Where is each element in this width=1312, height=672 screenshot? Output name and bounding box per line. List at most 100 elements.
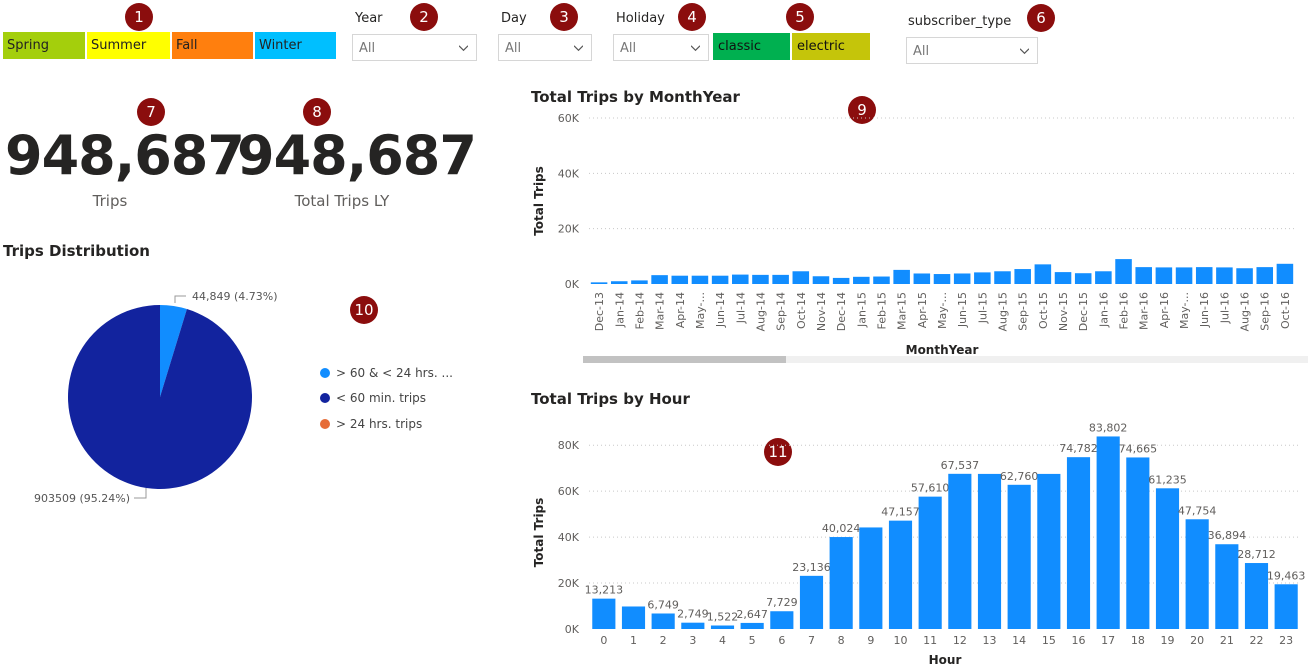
day-dropdown[interactable]: All bbox=[498, 34, 592, 61]
bar[interactable] bbox=[710, 625, 735, 629]
bar[interactable] bbox=[592, 598, 616, 629]
bar[interactable] bbox=[1155, 488, 1180, 629]
subscriber-type-dropdown[interactable]: All bbox=[906, 37, 1038, 64]
bar[interactable] bbox=[1095, 271, 1112, 284]
bar[interactable] bbox=[770, 611, 794, 629]
bar[interactable] bbox=[1014, 269, 1031, 284]
x-tick-label: 3 bbox=[689, 634, 696, 647]
bar[interactable] bbox=[1096, 436, 1120, 629]
bar[interactable] bbox=[829, 537, 853, 629]
bar[interactable] bbox=[621, 606, 646, 629]
bar[interactable] bbox=[752, 274, 769, 284]
bar[interactable] bbox=[1256, 267, 1274, 284]
bar[interactable] bbox=[681, 622, 705, 629]
bar[interactable] bbox=[792, 271, 810, 284]
bar[interactable] bbox=[799, 575, 824, 629]
legend-label: > 60 & < 24 hrs. ... bbox=[336, 366, 453, 380]
bar[interactable] bbox=[1054, 272, 1072, 284]
data-label: 62,760 bbox=[1000, 470, 1039, 483]
bar[interactable] bbox=[893, 269, 910, 284]
bar[interactable] bbox=[1274, 584, 1298, 629]
legend-item-over-60[interactable]: > 60 & < 24 hrs. ... bbox=[320, 366, 453, 380]
data-label: 57,610 bbox=[911, 482, 950, 495]
season-winter-button[interactable]: Winter bbox=[255, 32, 336, 59]
bar[interactable] bbox=[732, 274, 749, 284]
bar[interactable] bbox=[651, 613, 675, 629]
bar[interactable] bbox=[1007, 484, 1031, 629]
bar[interactable] bbox=[913, 273, 931, 284]
bar[interactable] bbox=[631, 280, 648, 284]
bar[interactable] bbox=[977, 473, 1002, 629]
holiday-dropdown[interactable]: All bbox=[613, 34, 709, 61]
bar[interactable] bbox=[859, 527, 883, 629]
bar[interactable] bbox=[1126, 457, 1150, 629]
trips-distribution-pie[interactable]: 44,849 (4.73%) 903509 (95.24%) bbox=[0, 270, 320, 510]
bar[interactable] bbox=[1175, 267, 1193, 284]
bar[interactable] bbox=[1034, 264, 1052, 284]
x-tick-label: 7 bbox=[808, 634, 815, 647]
bar[interactable] bbox=[1276, 263, 1294, 284]
pie-leader-line bbox=[134, 488, 147, 499]
bar[interactable] bbox=[772, 274, 789, 284]
bar[interactable] bbox=[1066, 457, 1091, 629]
bar[interactable] bbox=[974, 272, 991, 284]
bike-electric-button[interactable]: electric bbox=[792, 33, 870, 60]
legend-item-over-24[interactable]: > 24 hrs. trips bbox=[320, 417, 422, 431]
bar[interactable] bbox=[832, 277, 850, 284]
monthyear-bar-chart[interactable]: 0K 20K 40K 60K Total Trips Dec-13 Jan-14 Feb-14… bbox=[525, 108, 1312, 370]
x-tick-label: Nov-15 bbox=[1057, 292, 1070, 331]
bar[interactable] bbox=[933, 274, 951, 284]
x-tick-label: Dec-13 bbox=[593, 292, 606, 331]
x-tick-label: Jun-16 bbox=[1198, 292, 1211, 328]
bar[interactable] bbox=[1185, 519, 1209, 629]
bar[interactable] bbox=[590, 282, 608, 284]
pie-slice[interactable] bbox=[68, 305, 252, 489]
data-label: 28,712 bbox=[1237, 548, 1276, 561]
legend-item-under-60[interactable]: < 60 min. trips bbox=[320, 391, 426, 405]
badge-5: 5 bbox=[786, 3, 814, 31]
bar[interactable] bbox=[1215, 544, 1239, 629]
data-label: 1,522 bbox=[707, 611, 739, 624]
bike-classic-button[interactable]: classic bbox=[713, 33, 790, 60]
data-label: 19,463 bbox=[1267, 569, 1306, 582]
x-tick-label: 23 bbox=[1279, 634, 1293, 647]
bar[interactable] bbox=[691, 275, 709, 284]
bar[interactable] bbox=[948, 473, 972, 629]
bar[interactable] bbox=[671, 275, 689, 284]
legend-label: > 24 hrs. trips bbox=[336, 417, 423, 431]
bar[interactable] bbox=[651, 275, 668, 284]
y-tick-label: 80K bbox=[558, 439, 580, 452]
season-fall-button[interactable]: Fall bbox=[172, 32, 253, 59]
x-tick-label: Feb-16 bbox=[1118, 292, 1131, 329]
season-summer-button[interactable]: Summer bbox=[87, 32, 170, 59]
bar[interactable] bbox=[1244, 563, 1269, 629]
bar[interactable] bbox=[1074, 273, 1092, 284]
x-tick-label: Aug-14 bbox=[754, 292, 767, 331]
hour-bar-chart[interactable]: 0K20K40K60K80KTotal Trips013,2131 26,7493… bbox=[525, 410, 1312, 672]
horizontal-scrollbar-thumb[interactable] bbox=[583, 356, 786, 363]
x-tick-label: 6 bbox=[778, 634, 785, 647]
bar[interactable] bbox=[888, 520, 913, 629]
bar[interactable] bbox=[711, 275, 729, 284]
year-dropdown[interactable]: All bbox=[352, 34, 477, 61]
bar[interactable] bbox=[953, 273, 971, 284]
y-tick-label: 20K bbox=[558, 577, 580, 590]
bar[interactable] bbox=[1195, 267, 1213, 284]
bar[interactable] bbox=[1037, 473, 1061, 629]
bar[interactable] bbox=[1216, 267, 1233, 284]
x-tick-label: Apr-15 bbox=[916, 292, 929, 328]
bar[interactable] bbox=[1135, 267, 1152, 284]
bar[interactable] bbox=[918, 496, 942, 629]
bar[interactable] bbox=[610, 281, 628, 284]
bar[interactable] bbox=[1236, 268, 1253, 284]
bar[interactable] bbox=[1115, 259, 1132, 284]
bar[interactable] bbox=[873, 276, 890, 284]
bar[interactable] bbox=[853, 276, 870, 284]
bar[interactable] bbox=[812, 276, 830, 284]
season-spring-button[interactable]: Spring bbox=[3, 32, 85, 59]
bar[interactable] bbox=[994, 271, 1011, 284]
bar[interactable] bbox=[740, 622, 764, 629]
x-tick-label: 4 bbox=[719, 634, 726, 647]
x-tick-label: Sep-15 bbox=[1017, 292, 1030, 331]
bar[interactable] bbox=[1155, 267, 1173, 284]
